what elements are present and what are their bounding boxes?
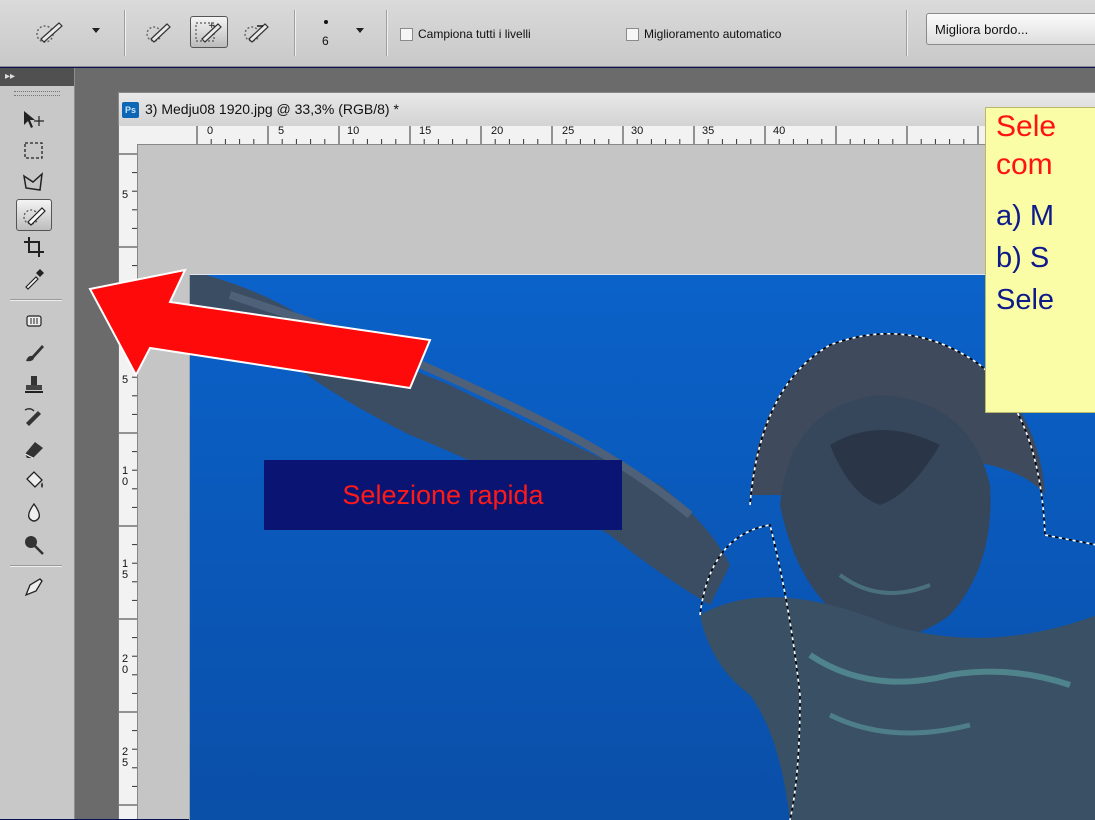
- brush-dot-icon: [324, 20, 328, 24]
- dodge-icon[interactable]: [16, 529, 52, 561]
- ruler-label: 2 5: [122, 746, 129, 769]
- image-canvas[interactable]: [189, 274, 1095, 820]
- note-line: b) S: [996, 242, 1050, 274]
- subtract-from-selection-brush-icon[interactable]: [238, 16, 276, 48]
- brush-icon[interactable]: [16, 337, 52, 369]
- brush-size-value: 6: [322, 34, 329, 48]
- history-brush-icon[interactable]: [16, 401, 52, 433]
- horizontal-ruler[interactable]: 0 5 10 15 20 25 30 35 40: [137, 125, 1095, 145]
- eraser-icon[interactable]: [16, 433, 52, 465]
- refine-edge-button[interactable]: Migliora bordo...: [926, 13, 1095, 45]
- auto-enhance-checkbox[interactable]: Miglioramento automatico: [626, 27, 781, 41]
- sample-all-layers-checkbox[interactable]: Campiona tutti i livelli: [400, 27, 531, 41]
- move-tool-icon[interactable]: [16, 103, 52, 135]
- photoshop-icon: Ps: [122, 102, 139, 118]
- document-title: 3) Medju08 1920.jpg @ 33,3% (RGB/8) *: [145, 101, 399, 117]
- ruler-label: 10: [347, 125, 360, 137]
- note-line: Sele: [996, 110, 1057, 143]
- ruler-label: 20: [491, 125, 504, 137]
- ruler-label: 1 5: [122, 558, 129, 581]
- pen-icon[interactable]: [16, 571, 52, 603]
- tools-panel-grip[interactable]: [14, 91, 60, 96]
- vertical-ruler[interactable]: 5 5 1 0 1 5 2 0 2 5: [119, 144, 138, 819]
- ruler-label: 5: [122, 374, 129, 386]
- ruler-label: 35: [702, 125, 715, 137]
- note-line: Sele: [996, 284, 1055, 316]
- paint-bucket-icon[interactable]: [16, 465, 52, 497]
- ruler-label: 15: [419, 125, 432, 137]
- divider: [124, 10, 126, 56]
- divider: [10, 565, 62, 567]
- tools-panel: ▸▸: [0, 68, 75, 819]
- ruler-label: 30: [631, 125, 644, 137]
- document-tab[interactable]: Ps 3) Medju08 1920.jpg @ 33,3% (RGB/8) *: [118, 92, 1095, 127]
- ruler-label: 40: [773, 125, 786, 137]
- tools-panel-collapse[interactable]: ▸▸: [0, 68, 74, 86]
- instruction-note: Sele com a) M b) S Sele: [985, 107, 1095, 413]
- ruler-label: 25: [562, 125, 575, 137]
- svg-text:+: +: [208, 21, 216, 31]
- ruler-label: 1 0: [122, 465, 129, 488]
- ruler-label: 0: [207, 125, 214, 137]
- sample-all-layers-label: Campiona tutti i livelli: [418, 27, 531, 41]
- ruler-origin[interactable]: [119, 126, 138, 145]
- new-selection-brush-icon[interactable]: [140, 16, 178, 48]
- polygonal-lasso-icon[interactable]: [16, 167, 52, 199]
- add-to-selection-brush-icon[interactable]: +: [190, 16, 228, 48]
- checkbox-box[interactable]: [400, 27, 413, 41]
- auto-enhance-label: Miglioramento automatico: [644, 27, 782, 41]
- eyedropper-icon[interactable]: [16, 263, 52, 295]
- options-bar: + 6 Campiona tutti i livelli Miglioramen…: [0, 0, 1095, 67]
- divider: [10, 299, 62, 301]
- quick-selection-icon[interactable]: [30, 16, 70, 48]
- tool-preset-dropdown-arrow[interactable]: [92, 28, 100, 33]
- note-line: a) M: [996, 200, 1054, 232]
- ruler-label: 2 0: [122, 653, 129, 676]
- clone-stamp-icon[interactable]: [16, 369, 52, 401]
- quick-selection-icon: [23, 207, 46, 226]
- divider: [906, 10, 908, 56]
- brush-size-picker[interactable]: 6: [310, 12, 350, 54]
- ruler-label: 5: [122, 189, 129, 201]
- quick-selection-caption: Selezione rapida: [264, 460, 622, 530]
- crop-icon[interactable]: [16, 231, 52, 263]
- divider: [294, 10, 296, 56]
- brush-size-dropdown-arrow[interactable]: [356, 28, 364, 33]
- ruler-label: 5: [278, 125, 285, 137]
- statue-photo: [190, 275, 1095, 820]
- blur-icon[interactable]: [16, 497, 52, 529]
- rectangular-marquee-icon[interactable]: [16, 135, 52, 167]
- note-line: com: [996, 148, 1053, 181]
- divider: [386, 10, 388, 56]
- checkbox-box[interactable]: [626, 27, 639, 41]
- healing-brush-icon[interactable]: [16, 305, 52, 337]
- quick-selection-tool-selected[interactable]: [16, 199, 52, 231]
